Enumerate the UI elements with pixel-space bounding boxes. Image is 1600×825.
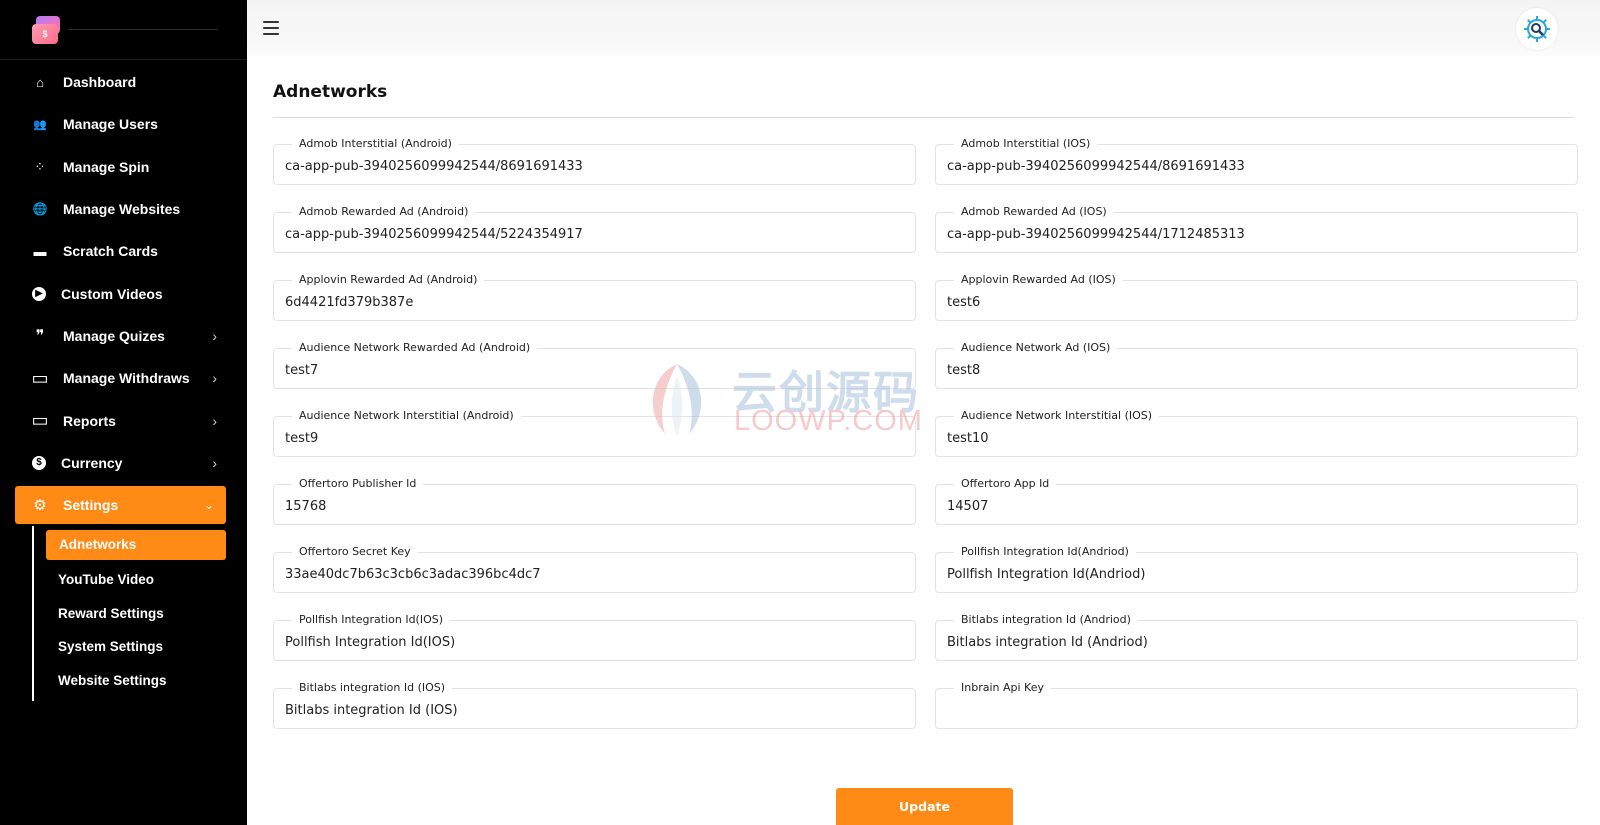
field-audience-network-rewarded-android: Audience Network Rewarded Ad (Android) [273, 341, 916, 389]
field-inbrain-api-key: Inbrain Api Key [935, 681, 1578, 729]
chevron-down-icon: ⌄ [203, 497, 214, 512]
bitlabs-integration-ios-input[interactable] [274, 689, 915, 728]
field-pollfish-integration-android: Pollfish Integration Id(Andriod) [935, 545, 1578, 593]
chevron-right-icon: › [212, 412, 217, 429]
sidebar-item-label: Manage Withdraws [63, 370, 190, 387]
field-bitlabs-integration-ios: Bitlabs integration Id (IOS) [273, 681, 916, 729]
sidebar-item-manage-withdraws[interactable]: ▭ Manage Withdraws › [0, 357, 247, 399]
sidebar-item-manage-websites[interactable]: 🌐 Manage Websites [0, 188, 247, 230]
submenu-item-youtube-video[interactable]: YouTube Video [34, 563, 247, 597]
topbar [247, 0, 1600, 60]
applovin-rewarded-ios-input[interactable] [936, 281, 1577, 320]
sidebar-item-custom-videos[interactable]: ▶ Custom Videos [0, 272, 247, 314]
field-audience-network-ad-ios: Audience Network Ad (IOS) [935, 341, 1578, 389]
submenu-item-website-settings[interactable]: Website Settings [34, 664, 247, 698]
sidebar-item-label: Manage Websites [63, 201, 181, 218]
admob-interstitial-ios-input[interactable] [936, 145, 1577, 184]
logo-row: $ [0, 0, 247, 60]
field-audience-network-interstitial-android: Audience Network Interstitial (Android) [273, 409, 916, 457]
update-button[interactable]: Update [836, 788, 1013, 825]
offertoro-app-id-input[interactable] [936, 485, 1577, 524]
sidebar-item-label: Manage Spin [63, 158, 150, 175]
sidebar-item-label: Manage Users [63, 116, 158, 133]
admob-interstitial-android-input[interactable] [274, 145, 915, 184]
sidebar-item-scratch-cards[interactable]: ▬ Scratch Cards [0, 230, 247, 272]
field-pollfish-integration-ios: Pollfish Integration Id(IOS) [273, 613, 916, 661]
main-content: Adnetworks Admob Interstitial (Android) … [247, 60, 1600, 825]
sidebar-item-reports[interactable]: ▭ Reports › [0, 399, 247, 441]
sidebar-item-label: Custom Videos [61, 285, 163, 302]
settings-submenu: Adnetworks YouTube Video Reward Settings… [32, 525, 247, 702]
play-circle-icon: ▶ [32, 286, 46, 301]
sidebar-item-currency[interactable]: $ Currency › [0, 442, 247, 484]
gear-search-icon [1524, 16, 1550, 42]
audience-network-interstitial-ios-input[interactable] [936, 417, 1577, 456]
sidebar-nav: ⌂ Dashboard 👥 Manage Users ⁘ Manage Spin… [0, 60, 247, 524]
cogs-icon: ⚙ [33, 496, 47, 514]
credit-card-icon: ▭ [31, 367, 49, 388]
app-logo[interactable]: $ [30, 14, 62, 46]
field-applovin-rewarded-android: Applovin Rewarded Ad (Android) [273, 273, 916, 321]
applovin-rewarded-android-input[interactable] [274, 281, 915, 320]
chevron-right-icon: › [212, 327, 217, 344]
sidebar-item-label: Manage Quizes [63, 327, 165, 344]
sidebar-item-label: Scratch Cards [63, 243, 158, 260]
admob-rewarded-android-input[interactable] [274, 213, 915, 252]
field-audience-network-interstitial-ios: Audience Network Interstitial (IOS) [935, 409, 1578, 457]
credit-card-icon: ▭ [31, 410, 49, 431]
field-admob-interstitial-android: Admob Interstitial (Android) [273, 137, 916, 185]
pollfish-integration-ios-input[interactable] [274, 621, 915, 660]
ticket-icon: ▬ [33, 243, 47, 259]
pollfish-integration-android-input[interactable] [936, 553, 1577, 592]
offertoro-publisher-id-input[interactable] [274, 485, 915, 524]
sidebar-item-label: Settings [63, 496, 119, 513]
spinner-icon: ⁘ [34, 158, 46, 174]
submenu-item-reward-settings[interactable]: Reward Settings [34, 597, 247, 631]
sidebar: $ ⌂ Dashboard 👥 Manage Users ⁘ Manage Sp… [0, 0, 247, 825]
avatar[interactable] [1516, 8, 1558, 50]
logo-divider [68, 29, 218, 30]
sidebar-item-settings[interactable]: ⚙ Settings ⌄ [15, 485, 226, 524]
admob-rewarded-ios-input[interactable] [936, 213, 1577, 252]
submenu-item-system-settings[interactable]: System Settings [34, 630, 247, 664]
audience-network-rewarded-android-input[interactable] [274, 349, 915, 388]
logo-card-front: $ [32, 23, 58, 44]
page-title: Adnetworks [273, 82, 388, 102]
sidebar-item-label: Dashboard [63, 74, 137, 91]
field-admob-interstitial-ios: Admob Interstitial (IOS) [935, 137, 1578, 185]
field-offertoro-publisher-id: Offertoro Publisher Id [273, 477, 916, 525]
globe-icon: 🌐 [32, 202, 48, 217]
title-divider [273, 117, 1574, 118]
sidebar-item-dashboard[interactable]: ⌂ Dashboard [0, 61, 247, 103]
field-admob-rewarded-ios: Admob Rewarded Ad (IOS) [935, 205, 1578, 253]
sidebar-item-label: Reports [63, 412, 116, 429]
sidebar-item-label: Currency [61, 454, 123, 471]
audience-network-ad-ios-input[interactable] [936, 349, 1577, 388]
bitlabs-integration-android-input[interactable] [936, 621, 1577, 660]
field-offertoro-app-id: Offertoro App Id [935, 477, 1578, 525]
users-icon: 👥 [33, 118, 47, 131]
chevron-right-icon: › [212, 454, 217, 471]
audience-network-interstitial-android-input[interactable] [274, 417, 915, 456]
sidebar-item-manage-users[interactable]: 👥 Manage Users [0, 103, 247, 145]
field-bitlabs-integration-android: Bitlabs integration Id (Andriod) [935, 613, 1578, 661]
offertoro-secret-key-input[interactable] [274, 553, 915, 592]
chevron-right-icon: › [212, 370, 217, 387]
hamburger-menu-icon[interactable] [263, 21, 279, 35]
sidebar-item-manage-spin[interactable]: ⁘ Manage Spin [0, 146, 247, 188]
sidebar-item-manage-quizes[interactable]: ❞ Manage Quizes › [0, 315, 247, 357]
dollar-circle-icon: $ [32, 455, 46, 470]
inbrain-api-key-input[interactable] [936, 689, 1577, 728]
field-applovin-rewarded-ios: Applovin Rewarded Ad (IOS) [935, 273, 1578, 321]
quote-icon: ❞ [35, 327, 45, 345]
submenu-item-adnetworks[interactable]: Adnetworks [46, 529, 226, 560]
field-admob-rewarded-android: Admob Rewarded Ad (Android) [273, 205, 916, 253]
field-offertoro-secret-key: Offertoro Secret Key [273, 545, 916, 593]
home-icon: ⌂ [36, 74, 44, 90]
